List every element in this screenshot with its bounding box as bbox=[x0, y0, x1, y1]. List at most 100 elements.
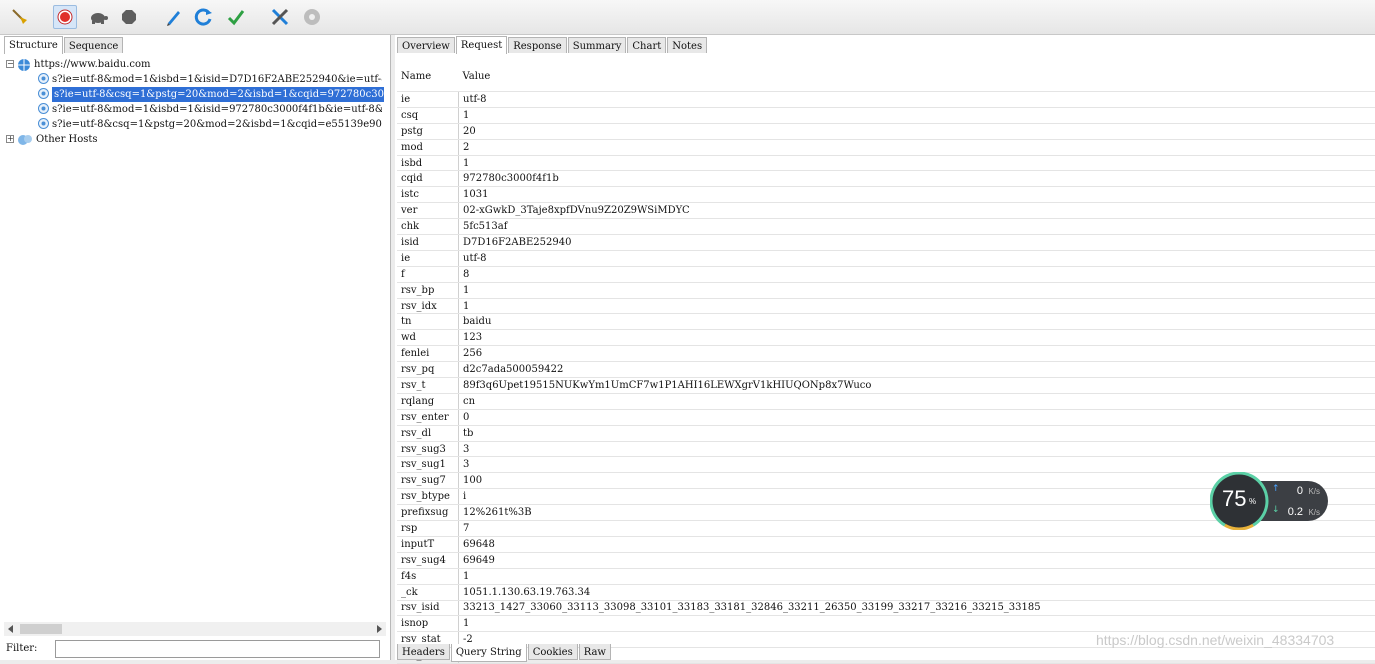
column-header-name[interactable]: Name bbox=[397, 62, 459, 92]
tab-raw[interactable]: Raw bbox=[579, 644, 611, 660]
param-value: 89f3q6Upet19515NUKwYm1UmCF7w1P1AHI16LEWX… bbox=[459, 378, 1375, 394]
table-row[interactable]: rsv_pqd2c7ada500059422 bbox=[397, 362, 1375, 378]
table-row[interactable]: rsv_isid33213_1427_33060_33113_33098_331… bbox=[397, 600, 1375, 616]
stop-icon[interactable] bbox=[117, 5, 141, 29]
table-row[interactable]: wd123 bbox=[397, 330, 1375, 346]
filter-input[interactable] bbox=[55, 640, 380, 658]
tree-child-row-selected[interactable]: s?ie=utf-8&csq=1&pstg=20&mod=2&isbd=1&cq… bbox=[6, 87, 386, 102]
table-row[interactable]: isnop1 bbox=[397, 616, 1375, 632]
param-value: 1 bbox=[459, 282, 1375, 298]
table-row[interactable]: isidD7D16F2ABE252940 bbox=[397, 235, 1375, 251]
table-row[interactable]: rsv_dltb bbox=[397, 425, 1375, 441]
pen-icon[interactable] bbox=[162, 5, 186, 29]
param-name: rsv_idx bbox=[397, 298, 459, 314]
tab-chart[interactable]: Chart bbox=[627, 37, 666, 53]
table-row[interactable]: ieutf-8 bbox=[397, 250, 1375, 266]
param-name: csq bbox=[397, 107, 459, 123]
tree-child-row[interactable]: s?ie=utf-8&mod=1&isbd=1&isid=972780c3000… bbox=[6, 102, 386, 117]
param-value: 20 bbox=[459, 123, 1375, 139]
tab-structure[interactable]: Structure bbox=[4, 36, 63, 54]
table-row[interactable]: rsv_sug33 bbox=[397, 441, 1375, 457]
param-value: 8 bbox=[459, 266, 1375, 282]
table-row[interactable]: rsv_t89f3q6Upet19515NUKwYm1UmCF7w1P1AHI1… bbox=[397, 378, 1375, 394]
table-row[interactable]: rqlangcn bbox=[397, 393, 1375, 409]
table-row[interactable]: rsv_sug469649 bbox=[397, 552, 1375, 568]
param-name: rqlang bbox=[397, 393, 459, 409]
table-row[interactable]: f8 bbox=[397, 266, 1375, 282]
download-speed-unit: K/s bbox=[1308, 508, 1320, 517]
other-hosts-label: Other Hosts bbox=[36, 132, 98, 147]
table-row[interactable]: isbd1 bbox=[397, 155, 1375, 171]
param-name: ie bbox=[397, 250, 459, 266]
request-pane: Overview Request Response Summary Chart … bbox=[395, 35, 1375, 660]
horizontal-scrollbar[interactable] bbox=[4, 622, 386, 636]
host-tree: − https://www.baidu.com s?ie=utf-8&mod=1… bbox=[6, 57, 386, 147]
network-speed-widget[interactable]: 75 % ↑ ↓ 0 K/s 0.2 K/s bbox=[1210, 472, 1328, 530]
param-value: 1031 bbox=[459, 187, 1375, 203]
tab-query-string[interactable]: Query String bbox=[451, 644, 527, 662]
param-value: 1051.1.130.63.19.763.34 bbox=[459, 584, 1375, 600]
tree-other-hosts-row[interactable]: + Other Hosts bbox=[6, 132, 386, 147]
table-row[interactable]: csq1 bbox=[397, 107, 1375, 123]
hosts-icon bbox=[17, 133, 33, 147]
record-icon[interactable] bbox=[53, 5, 77, 29]
request-icon bbox=[38, 118, 49, 132]
param-value: d2c7ada500059422 bbox=[459, 362, 1375, 378]
table-row[interactable]: rsv_sug13 bbox=[397, 457, 1375, 473]
tab-request[interactable]: Request bbox=[456, 36, 507, 54]
table-row[interactable]: pstg20 bbox=[397, 123, 1375, 139]
table-row[interactable]: inputT69648 bbox=[397, 536, 1375, 552]
param-value: 02-xGwkD_3Taje8xpfDVnu9Z20Z9WSiMDYC bbox=[459, 203, 1375, 219]
refresh-icon[interactable] bbox=[192, 5, 216, 29]
param-value: 972780c3000f4f1b bbox=[459, 171, 1375, 187]
tab-overview[interactable]: Overview bbox=[397, 37, 455, 53]
tab-notes[interactable]: Notes bbox=[667, 37, 707, 53]
turtle-icon[interactable] bbox=[86, 5, 110, 29]
upload-speed-value: 0 bbox=[1297, 485, 1303, 497]
table-row[interactable]: f4s1 bbox=[397, 568, 1375, 584]
tree-child-row[interactable]: s?ie=utf-8&csq=1&pstg=20&mod=2&isbd=1&cq… bbox=[6, 117, 386, 132]
param-value: 0 bbox=[459, 409, 1375, 425]
upload-speed-unit: K/s bbox=[1308, 487, 1320, 496]
table-row[interactable]: rsv_enter0 bbox=[397, 409, 1375, 425]
param-name: f4s bbox=[397, 568, 459, 584]
param-name: isnop bbox=[397, 616, 459, 632]
broom-icon[interactable] bbox=[8, 5, 32, 29]
column-header-value[interactable]: Value bbox=[459, 62, 1375, 92]
tab-cookies[interactable]: Cookies bbox=[528, 644, 578, 660]
tab-headers[interactable]: Headers bbox=[397, 644, 450, 660]
table-row[interactable]: fenlei256 bbox=[397, 346, 1375, 362]
table-row[interactable]: tnbaidu bbox=[397, 314, 1375, 330]
request-icon bbox=[38, 73, 49, 87]
param-name: prefixsug bbox=[397, 505, 459, 521]
check-icon[interactable] bbox=[224, 5, 248, 29]
table-row[interactable]: chk5fc513af bbox=[397, 219, 1375, 235]
upload-arrow-icon: ↑ bbox=[1272, 484, 1280, 494]
param-value: 3 bbox=[459, 457, 1375, 473]
param-value: tb bbox=[459, 425, 1375, 441]
download-arrow-icon: ↓ bbox=[1272, 505, 1280, 515]
table-row[interactable]: ver02-xGwkD_3Taje8xpfDVnu9Z20Z9WSiMDYC bbox=[397, 203, 1375, 219]
param-value: 123 bbox=[459, 330, 1375, 346]
request-icon bbox=[38, 88, 49, 102]
tab-response[interactable]: Response bbox=[508, 37, 567, 53]
table-row[interactable]: ieutf-8 bbox=[397, 92, 1375, 108]
table-row[interactable]: cqid972780c3000f4f1b bbox=[397, 171, 1375, 187]
request-icon bbox=[38, 103, 49, 117]
tab-summary[interactable]: Summary bbox=[568, 37, 627, 53]
param-name: rsv_sug4 bbox=[397, 552, 459, 568]
table-row[interactable]: rsv_bp1 bbox=[397, 282, 1375, 298]
tree-host-row[interactable]: − https://www.baidu.com bbox=[6, 57, 386, 72]
tree-child-row[interactable]: s?ie=utf-8&mod=1&isbd=1&isid=D7D16F2ABE2… bbox=[6, 72, 386, 87]
param-value: 1 bbox=[459, 568, 1375, 584]
collapse-icon[interactable]: − bbox=[6, 60, 14, 68]
param-value: 5fc513af bbox=[459, 219, 1375, 235]
tab-sequence[interactable]: Sequence bbox=[64, 37, 124, 53]
table-row[interactable]: istc1031 bbox=[397, 187, 1375, 203]
gear-icon[interactable] bbox=[300, 5, 324, 29]
expand-icon[interactable]: + bbox=[6, 135, 14, 143]
table-row[interactable]: rsv_idx1 bbox=[397, 298, 1375, 314]
tools-icon[interactable] bbox=[268, 5, 292, 29]
table-row[interactable]: mod2 bbox=[397, 139, 1375, 155]
table-row[interactable]: _ck1051.1.130.63.19.763.34 bbox=[397, 584, 1375, 600]
